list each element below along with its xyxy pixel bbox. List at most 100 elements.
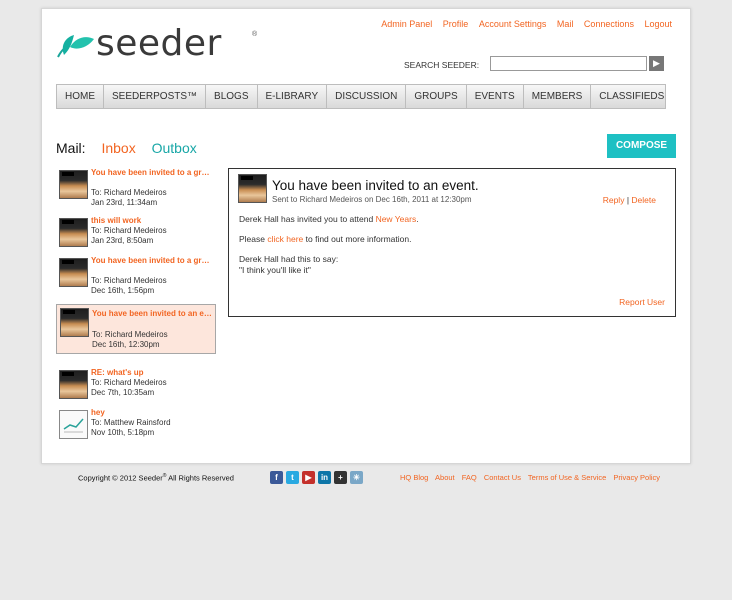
mail-header: Mail: Inbox Outbox [56,140,197,156]
sender-avatar [59,370,88,399]
delete-link[interactable]: Delete [631,195,656,205]
message-recipient: To: Matthew Rainsford [91,418,171,427]
message-subject: this will work [91,216,142,225]
body-text: Derek Hall has invited you to attend [239,214,376,224]
nav-groups[interactable]: GROUPS [406,85,467,108]
nav-seederposts[interactable]: SEEDERPOSTS™ [104,85,207,108]
chart-thumbnail-icon [63,418,84,433]
message-subject: You have been invited to a gr… [91,168,210,177]
body-text: Please [239,234,268,244]
body-text: to find out more information. [303,234,412,244]
footer-link-hq-blog[interactable]: HQ Blog [400,473,428,482]
message-sent-info: Sent to Richard Medeiros on Dec 16th, 20… [272,195,472,204]
body-text: Derek Hall had this to say: [239,254,339,264]
body-line-note: Derek Hall had this to say: "I think you'… [239,254,659,276]
body-quote: "I think you'll like it" [239,265,311,275]
share-icon[interactable]: ✳ [350,471,363,484]
top-link-logout[interactable]: Logout [644,19,672,29]
message-item[interactable]: RE: what's up To: Richard Medeiros Dec 7… [56,367,216,407]
top-link-connections[interactable]: Connections [584,19,634,29]
copyright-text: Copyright © 2012 Seeder [78,473,163,483]
search-label: SEARCH SEEDER: [404,60,480,70]
main-nav: HOME SEEDERPOSTS™ BLOGS E-LIBRARY DISCUS… [56,84,666,109]
plus-icon[interactable]: + [334,471,347,484]
sender-avatar [59,410,88,439]
facebook-icon[interactable]: f [270,471,283,484]
footer-link-about[interactable]: About [435,473,455,482]
message-date: Nov 10th, 5:18pm [91,428,155,437]
nav-members[interactable]: MEMBERS [524,85,592,108]
message-recipient: To: Richard Medeiros [91,188,167,197]
main-panel: Admin Panel Profile Account Settings Mai… [41,8,691,464]
footer-link-contact-us[interactable]: Contact Us [484,473,521,482]
event-link[interactable]: New Years [376,214,417,224]
sender-avatar [59,258,88,287]
top-links: Admin Panel Profile Account Settings Mai… [373,19,672,29]
message-date: Dec 7th, 10:35am [91,388,155,397]
nav-classifieds[interactable]: CLASSIFIEDS [591,85,672,108]
top-link-mail[interactable]: Mail [557,19,574,29]
top-link-admin-panel[interactable]: Admin Panel [381,19,432,29]
copyright-suffix: All Rights Reserved [166,473,234,483]
message-subject: hey [91,408,105,417]
search-button[interactable]: ▶ [649,56,664,71]
search-input[interactable] [490,56,647,71]
body-line-invite: Derek Hall has invited you to attend New… [239,214,659,225]
sender-avatar [59,218,88,247]
nav-e-library[interactable]: E-LIBRARY [258,85,328,108]
footer-link-privacy[interactable]: Privacy Policy [613,473,660,482]
footer-link-terms[interactable]: Terms of Use & Service [528,473,606,482]
copyright: Copyright © 2012 Seeder® All Rights Rese… [78,473,234,483]
message-date: Jan 23rd, 8:50am [91,236,154,245]
message-recipient: To: Richard Medeiros [91,276,167,285]
reply-link[interactable]: Reply [603,195,625,205]
social-links: f t ▶ in + ✳ [270,471,363,484]
footer-link-faq[interactable]: FAQ [462,473,477,482]
action-separator: | [626,195,630,205]
message-item[interactable]: this will work To: Richard Medeiros Jan … [56,215,216,255]
youtube-icon[interactable]: ▶ [302,471,315,484]
linkedin-icon[interactable]: in [318,471,331,484]
top-link-account-settings[interactable]: Account Settings [479,19,547,29]
message-recipient: To: Richard Medeiros [91,226,167,235]
sender-avatar [238,174,267,203]
message-date: Dec 16th, 12:30pm [92,340,160,349]
inbox-tab[interactable]: Inbox [101,140,135,156]
nav-blogs[interactable]: BLOGS [206,85,258,108]
nav-events[interactable]: EVENTS [467,85,524,108]
message-subject: You have been invited to an e… [92,309,212,318]
top-link-profile[interactable]: Profile [443,19,469,29]
message-subject: RE: what's up [91,368,144,377]
body-line-more-info: Please click here to find out more infor… [239,234,659,245]
message-subject: You have been invited to a gr… [91,256,210,265]
message-date: Jan 23rd, 11:34am [91,198,158,207]
nav-home[interactable]: HOME [57,85,104,108]
arrow-right-icon: ▶ [653,58,660,68]
message-date: Dec 16th, 1:56pm [91,286,155,295]
message-item[interactable]: You have been invited to a gr… To: Richa… [56,167,216,207]
sender-avatar [59,170,88,199]
twitter-icon[interactable]: t [286,471,299,484]
outbox-tab[interactable]: Outbox [152,140,197,156]
message-item[interactable]: hey To: Matthew Rainsford Nov 10th, 5:18… [56,407,216,447]
footer-links: HQ Blog About FAQ Contact Us Terms of Us… [400,473,665,482]
leaf-icon [57,35,94,58]
message-detail: You have been invited to an event. Sent … [228,168,676,317]
message-recipient: To: Richard Medeiros [91,378,167,387]
click-here-link[interactable]: click here [267,234,303,244]
report-user-link[interactable]: Report User [619,297,665,307]
message-item-selected[interactable]: You have been invited to an e… To: Richa… [56,304,216,354]
seeder-logo[interactable]: seeder ® [56,23,261,69]
nav-discussion[interactable]: DISCUSSION [327,85,407,108]
logo-registered-mark: ® [252,31,258,38]
sender-avatar [60,308,89,337]
body-text: . [416,214,419,224]
logo-text: seeder [96,23,222,64]
compose-button[interactable]: COMPOSE [607,134,676,158]
message-item[interactable]: You have been invited to a gr… To: Richa… [56,255,216,295]
message-body: Derek Hall has invited you to attend New… [239,214,659,285]
message-actions: Reply | Delete [603,195,656,205]
mail-label: Mail: [56,140,86,156]
message-recipient: To: Richard Medeiros [92,330,168,339]
message-title: You have been invited to an event. [272,178,479,193]
